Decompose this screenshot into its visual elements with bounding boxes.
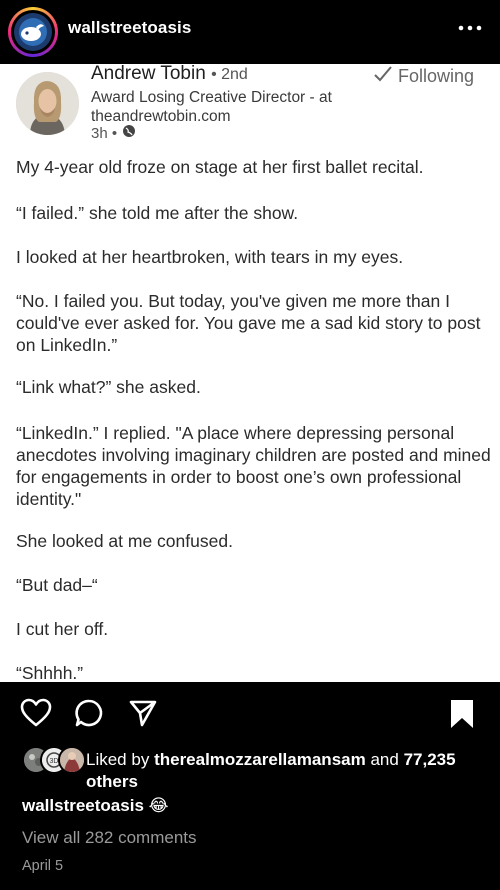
post-paragraph: “I failed.” she told me after the show. <box>16 203 299 223</box>
bookmark-icon[interactable] <box>448 698 476 735</box>
view-comments-link[interactable]: View all 282 comments <box>22 828 197 848</box>
post-paragraph: “No. I failed you. But today, you've giv… <box>16 291 481 355</box>
following-status: Following <box>372 64 474 89</box>
post-paragraph: “Shhhh.” <box>16 663 84 682</box>
action-bar <box>0 682 500 742</box>
checkmark-icon <box>372 64 394 89</box>
likes-summary[interactable]: Liked by therealmozzarellamansam and 77,… <box>86 749 486 793</box>
post-paragraph: My 4-year old froze on stage at her firs… <box>16 157 424 177</box>
post-paragraph: “Link what?” she asked. <box>16 377 201 397</box>
post-paragraph: She looked at me confused. <box>16 531 233 551</box>
post-date: April 5 <box>22 858 64 874</box>
heart-icon[interactable] <box>20 698 52 733</box>
wso-logo-icon <box>14 13 52 51</box>
send-icon[interactable] <box>128 698 158 733</box>
post-paragraph: I looked at her heartbroken, with tears … <box>16 247 404 267</box>
post-paragraph: “But dad–“ <box>16 575 98 595</box>
post-header: wallstreetoasis <box>0 0 500 64</box>
liker-avatars[interactable]: 3D <box>22 746 86 774</box>
author-name: Andrew Tobin • 2nd <box>91 64 248 84</box>
liker-username[interactable]: therealmozzarellamansam <box>154 750 366 769</box>
following-label: Following <box>398 66 475 86</box>
comment-icon[interactable] <box>74 698 104 733</box>
author-headline: Award Losing Creative Director - at thea… <box>91 89 332 125</box>
liker-avatar <box>58 746 86 774</box>
post-paragraph: I cut her off. <box>16 619 109 639</box>
author-avatar <box>16 72 79 135</box>
more-dots-icon[interactable] <box>452 18 488 42</box>
account-avatar[interactable] <box>8 7 58 57</box>
globe-icon <box>122 124 136 142</box>
post-time: 3h • <box>91 124 136 142</box>
caption-emoji: 😂 <box>148 796 169 815</box>
connection-degree: • 2nd <box>211 66 248 83</box>
post-image[interactable]: Andrew Tobin • 2nd Following Award Losin… <box>0 64 500 682</box>
caption-username[interactable]: wallstreetoasis <box>22 796 144 815</box>
post-paragraph: “LinkedIn.” I replied. "A place where de… <box>16 423 491 509</box>
post-caption: wallstreetoasis 😂 <box>22 796 169 816</box>
account-username[interactable]: wallstreetoasis <box>68 18 191 38</box>
